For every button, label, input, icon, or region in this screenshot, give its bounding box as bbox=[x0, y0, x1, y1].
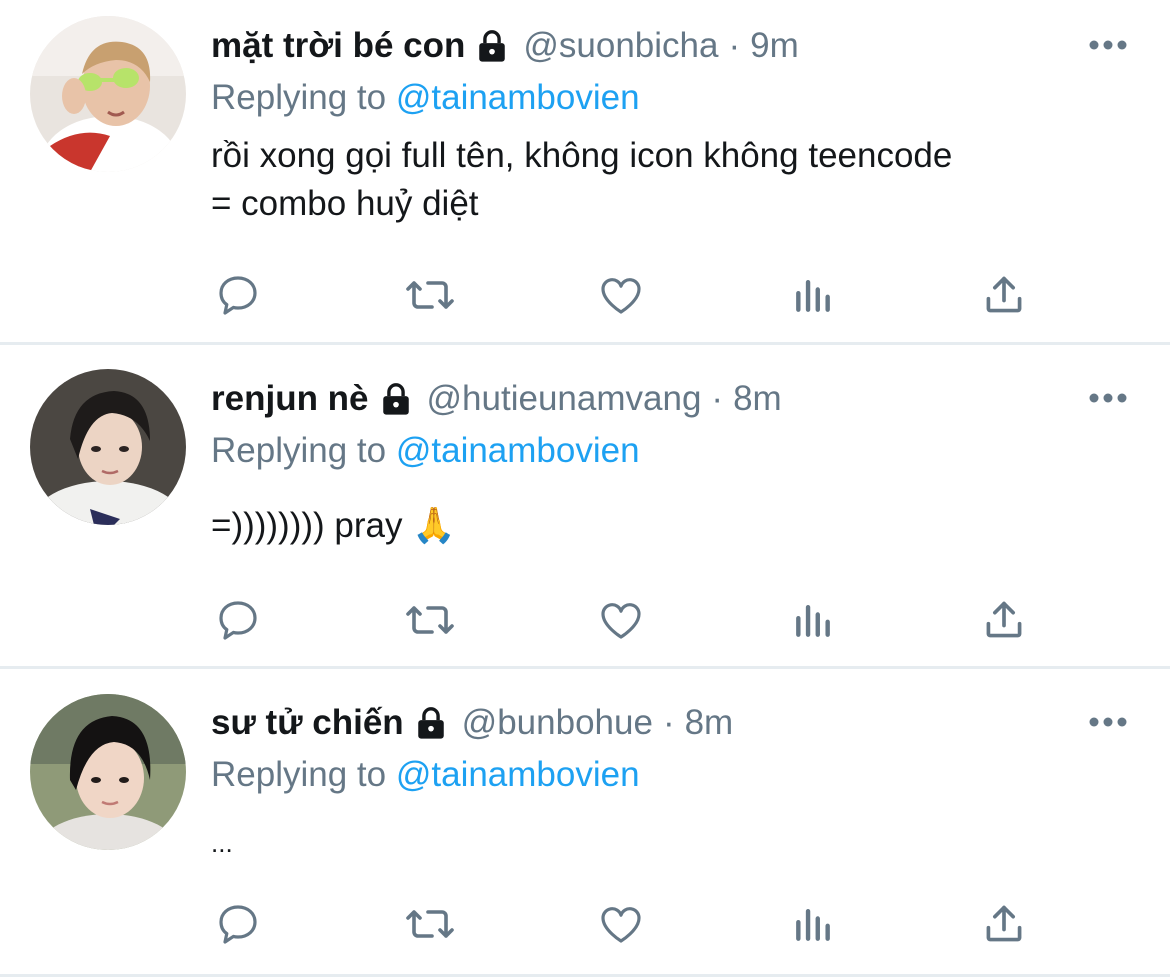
separator-dot: · bbox=[662, 703, 675, 742]
replying-to: Replying to @tainambovien bbox=[211, 749, 1130, 801]
lock-icon bbox=[379, 382, 413, 416]
action-bar bbox=[211, 593, 1031, 647]
like-icon[interactable] bbox=[594, 593, 648, 647]
replying-to-mention[interactable]: @tainambovien bbox=[396, 755, 640, 794]
replying-to-mention[interactable]: @tainambovien bbox=[396, 431, 640, 470]
replying-to-label: Replying to bbox=[211, 755, 387, 794]
handle[interactable]: @suonbicha bbox=[523, 26, 718, 66]
tweet[interactable]: renjun nè @hutieunamvang · 8m Replying t… bbox=[0, 345, 1170, 669]
analytics-icon[interactable] bbox=[786, 268, 840, 322]
lock-icon bbox=[475, 29, 509, 63]
like-icon[interactable] bbox=[594, 897, 648, 951]
more-dots-icon[interactable] bbox=[1088, 715, 1128, 727]
lock-icon bbox=[414, 706, 448, 740]
avatar[interactable] bbox=[30, 694, 186, 850]
separator-dot: · bbox=[728, 26, 741, 65]
tweet-text: ... bbox=[211, 828, 233, 858]
replying-to-label: Replying to bbox=[211, 78, 387, 117]
handle[interactable]: @bunbohue bbox=[462, 703, 653, 743]
replying-to: Replying to @tainambovien bbox=[211, 72, 1130, 124]
like-icon[interactable] bbox=[594, 268, 648, 322]
reply-icon[interactable] bbox=[211, 593, 265, 647]
timestamp[interactable]: 8m bbox=[685, 703, 734, 743]
reply-icon[interactable] bbox=[211, 897, 265, 951]
tweet[interactable]: sư tử chiến @bunbohue · 8m Replying to @… bbox=[0, 669, 1170, 977]
avatar[interactable] bbox=[30, 369, 186, 525]
analytics-icon[interactable] bbox=[786, 593, 840, 647]
avatar[interactable] bbox=[30, 16, 186, 172]
replying-to-label: Replying to bbox=[211, 431, 387, 470]
share-icon[interactable] bbox=[977, 268, 1031, 322]
share-icon[interactable] bbox=[977, 897, 1031, 951]
retweet-icon[interactable] bbox=[403, 268, 457, 322]
retweet-icon[interactable] bbox=[403, 593, 457, 647]
handle[interactable]: @hutieunamvang bbox=[427, 379, 702, 419]
replying-to-mention[interactable]: @tainambovien bbox=[396, 78, 640, 117]
timestamp[interactable]: 8m bbox=[733, 379, 782, 419]
tweet[interactable]: mặt trời bé con @suonbicha · 9m Replying… bbox=[0, 0, 1170, 345]
display-name[interactable]: sư tử chiến bbox=[211, 703, 404, 743]
reply-icon[interactable] bbox=[211, 268, 265, 322]
retweet-icon[interactable] bbox=[403, 897, 457, 951]
action-bar bbox=[211, 897, 1031, 951]
action-bar bbox=[211, 268, 1031, 322]
display-name[interactable]: renjun nè bbox=[211, 379, 369, 419]
more-dots-icon[interactable] bbox=[1088, 391, 1128, 403]
replying-to: Replying to @tainambovien bbox=[211, 425, 1130, 477]
separator-dot: · bbox=[711, 379, 724, 418]
tweet-text: rồi xong gọi full tên, không icon không … bbox=[211, 136, 953, 223]
analytics-icon[interactable] bbox=[786, 897, 840, 951]
tweet-text: =)))))))) pray 🙏 bbox=[211, 506, 456, 545]
more-dots-icon[interactable] bbox=[1088, 38, 1128, 50]
share-icon[interactable] bbox=[977, 593, 1031, 647]
display-name[interactable]: mặt trời bé con bbox=[211, 26, 465, 66]
timestamp[interactable]: 9m bbox=[750, 26, 799, 66]
